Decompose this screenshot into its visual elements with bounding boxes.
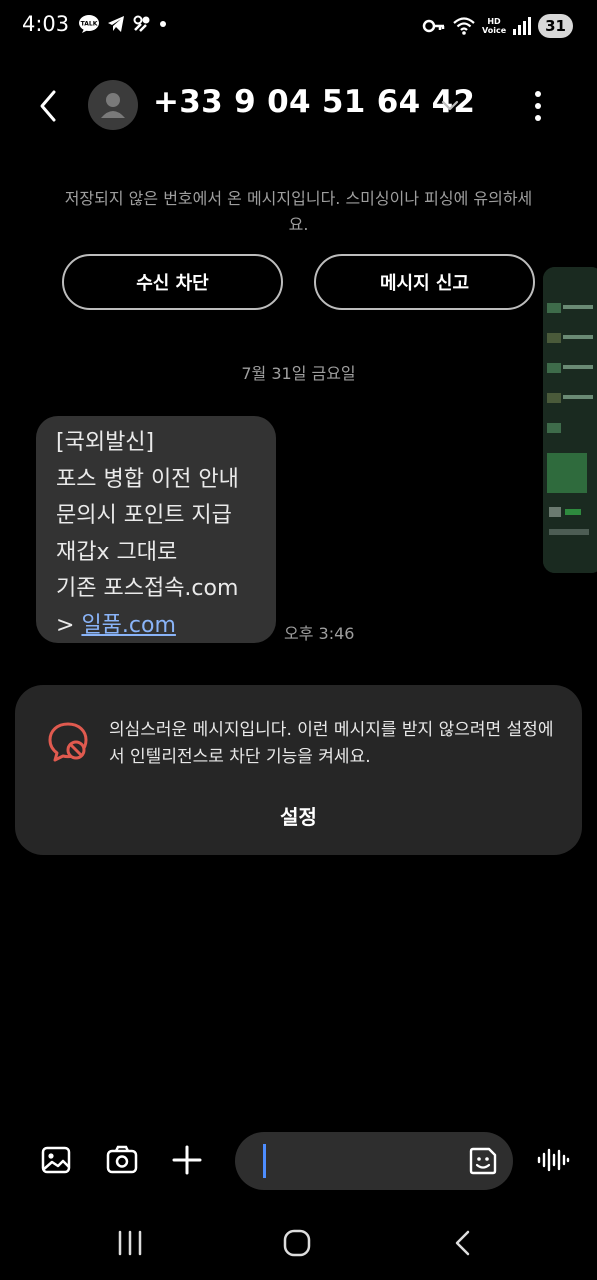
plus-icon[interactable] [169, 1142, 205, 1178]
status-time: 4:03 [22, 12, 70, 36]
message-timestamp: 오후 3:46 [284, 624, 355, 643]
wifi-icon [453, 17, 475, 35]
date-divider: 7월 31일 금요일 [241, 364, 356, 383]
message-line: 기존 포스접속.com [56, 576, 239, 601]
edge-panel-handle[interactable] [543, 267, 597, 573]
suspicious-message-text: 의심스러운 메시지입니다. 이런 메시지를 받지 않으려면 설정에서 인텔리전스… [109, 720, 554, 767]
dot-icon [160, 21, 166, 27]
signal-icon [513, 17, 532, 35]
sticker-icon[interactable] [467, 1145, 499, 1177]
message-link[interactable]: 일품.com [81, 613, 175, 638]
svg-text:TALK: TALK [81, 21, 98, 28]
status-bar: 4:03 TALK HD Voice 31 [0, 0, 597, 52]
message-composer [0, 1128, 597, 1194]
message-line: 문의시 포인트 지급 [56, 503, 232, 528]
back-icon[interactable] [446, 1228, 482, 1258]
unsaved-number-notice: 저장되지 않은 번호에서 온 메시지입니다. 스미싱이나 피싱에 유의하세요. [64, 189, 533, 234]
voice-icon[interactable] [535, 1142, 571, 1178]
message-input[interactable] [235, 1132, 513, 1190]
home-icon[interactable] [279, 1228, 315, 1258]
report-button[interactable]: 메시지 신고 [314, 254, 535, 310]
pinwheel-icon [133, 15, 150, 32]
message-link-line: > 일품.com [56, 608, 276, 645]
more-vertical-icon[interactable] [526, 88, 550, 124]
suspicious-message-card: 의심스러운 메시지입니다. 이런 메시지를 받지 않으려면 설정에서 인텔리전스… [15, 685, 582, 855]
back-chevron-icon[interactable] [30, 86, 66, 126]
message-bubble[interactable]: [국외발신] 포스 병합 이전 안내 문의시 포인트 지급 재갑x 그대로 기존… [36, 416, 276, 643]
contact-number[interactable]: +33 9 04 51 64 42 [153, 84, 475, 120]
edge-panel-thumbnail [543, 267, 597, 573]
chevron-down-icon[interactable] [440, 95, 460, 115]
person-icon [101, 93, 125, 118]
link-prefix: > [56, 612, 82, 638]
spam-block-icon [48, 722, 88, 762]
hd-voice-icon: HD Voice [481, 17, 507, 35]
avatar[interactable] [88, 80, 138, 130]
settings-button[interactable]: 설정 [15, 801, 582, 830]
key-icon [422, 19, 445, 33]
gallery-icon[interactable] [38, 1142, 74, 1178]
conversation-header: +33 9 04 51 64 42 [0, 62, 597, 148]
message-line: 포스 병합 이전 안내 [56, 466, 239, 492]
talk-icon: TALK [79, 15, 99, 33]
message-line: [국외발신] [56, 430, 155, 455]
status-right-icons: HD Voice 31 [422, 14, 573, 38]
camera-icon[interactable] [104, 1142, 140, 1178]
navigation-bar [0, 1218, 597, 1268]
text-caret [263, 1144, 266, 1178]
telegram-icon [108, 16, 124, 32]
message-line: 재갑x 그대로 [56, 539, 178, 565]
recents-icon[interactable] [112, 1228, 148, 1258]
battery-indicator: 31 [538, 14, 573, 38]
block-button[interactable]: 수신 차단 [62, 254, 283, 310]
status-left-icons: TALK [78, 14, 168, 34]
